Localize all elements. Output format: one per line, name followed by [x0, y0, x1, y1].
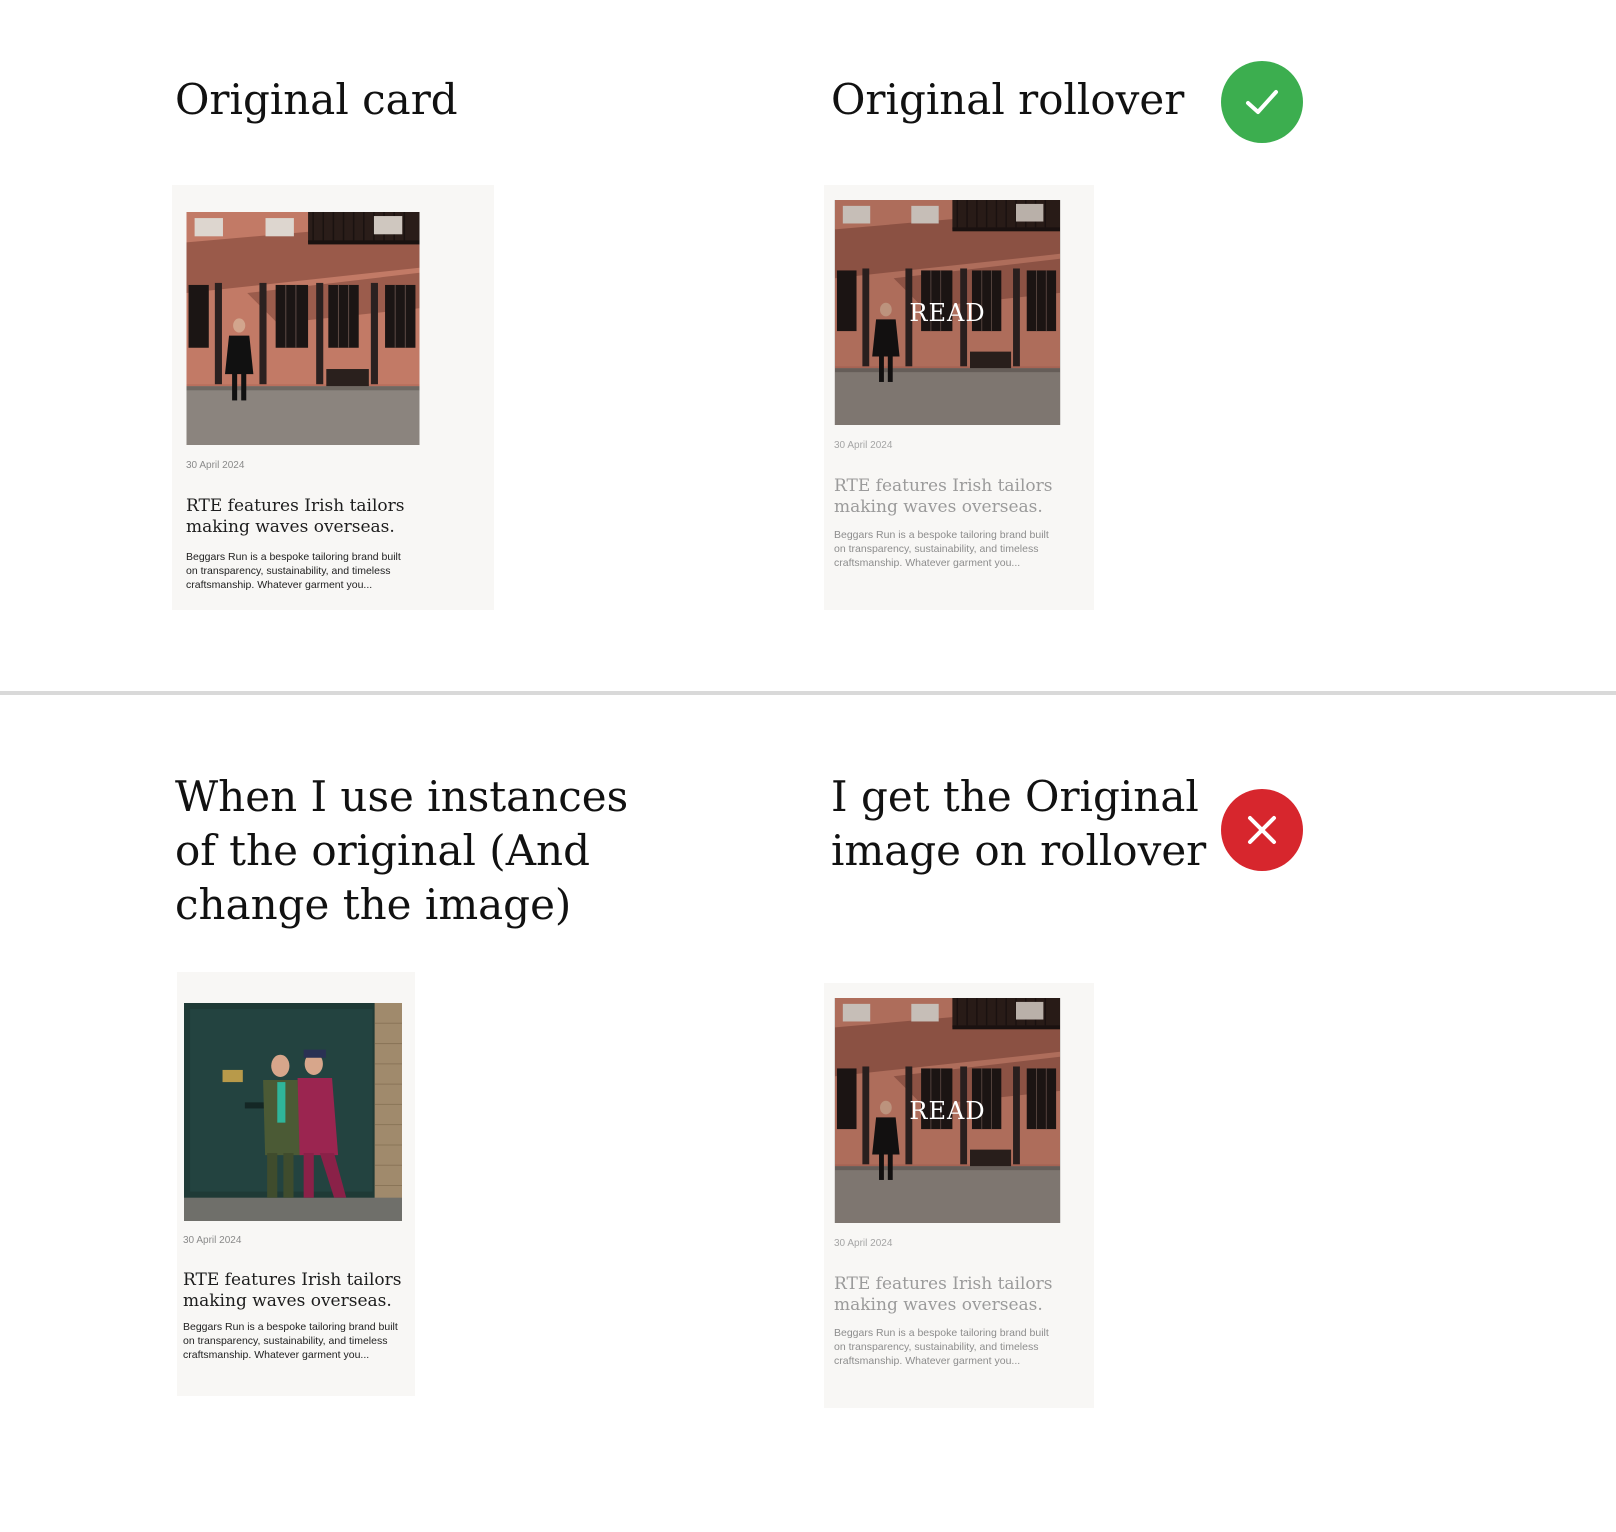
card-excerpt: Beggars Run is a bespoke tailoring brand… [183, 1320, 398, 1362]
card-excerpt-line: on transparency, sustainability, and tim… [834, 543, 1039, 555]
card-title: RTE features Irish tailors making waves … [183, 1270, 402, 1312]
heading-line: change the image) [175, 880, 572, 929]
card-date: 30 April 2024 [183, 1235, 242, 1246]
card-excerpt-line: craftsmanship. Whatever garment you... [834, 557, 1021, 569]
heading-line: Original rollover [831, 75, 1185, 124]
heading-original-image-on-rollover: I get the Original image on rollover [831, 770, 1206, 878]
card-excerpt-line: on transparency, sustainability, and tim… [186, 565, 391, 577]
instance-card[interactable]: 30 April 2024 RTE features Irish tailors… [177, 972, 415, 1396]
heading-line: Original card [175, 75, 458, 124]
card-title-line: RTE features Irish tailors [186, 496, 405, 516]
card-title: RTE features Irish tailors making waves … [186, 496, 405, 538]
card-excerpt-line: Beggars Run is a bespoke tailoring brand… [834, 529, 1049, 541]
card-excerpt: Beggars Run is a bespoke tailoring brand… [834, 528, 1049, 570]
heading-original-card: Original card [175, 73, 458, 127]
card-title-line: making waves overseas. [183, 1291, 392, 1311]
card-title-line: RTE features Irish tailors [183, 1270, 402, 1290]
card-title: RTE features Irish tailors making waves … [834, 476, 1053, 518]
card-image [183, 1003, 403, 1221]
heading-line: image on rollover [831, 826, 1207, 875]
card-date: 30 April 2024 [834, 440, 893, 451]
card-title-line: RTE features Irish tailors [834, 476, 1053, 496]
heading-line: of the original (And [175, 826, 590, 875]
card-excerpt-line: Beggars Run is a bespoke tailoring brand… [186, 551, 401, 563]
card-excerpt-line: craftsmanship. Whatever garment you... [834, 1355, 1021, 1367]
card-excerpt: Beggars Run is a bespoke tailoring brand… [186, 550, 401, 592]
original-rollover-card[interactable]: READ 30 April 2024 RTE features Irish ta… [824, 185, 1094, 610]
heading-line: When I use instances [175, 772, 629, 821]
card-title-line: making waves overseas. [186, 517, 395, 537]
card-excerpt: Beggars Run is a bespoke tailoring brand… [834, 1326, 1049, 1368]
card-date: 30 April 2024 [186, 460, 245, 471]
check-icon [1246, 90, 1278, 114]
card-title-line: RTE features Irish tailors [834, 1274, 1053, 1294]
card-date: 30 April 2024 [834, 1238, 893, 1249]
card-excerpt-line: on transparency, sustainability, and tim… [183, 1335, 388, 1347]
card-title-line: making waves overseas. [834, 497, 1043, 517]
card-excerpt-line: craftsmanship. Whatever garment you... [186, 579, 373, 591]
card-image: READ [834, 998, 1061, 1223]
section-divider [0, 691, 1616, 695]
card-image [186, 212, 420, 445]
card-excerpt-line: Beggars Run is a bespoke tailoring brand… [183, 1321, 398, 1333]
read-overlay-label[interactable]: READ [834, 200, 1061, 425]
instance-rollover-card[interactable]: READ 30 April 2024 RTE features Irish ta… [824, 983, 1094, 1408]
heading-original-rollover: Original rollover [831, 73, 1184, 127]
card-title-line: making waves overseas. [834, 1295, 1043, 1315]
original-card[interactable]: 30 April 2024 RTE features Irish tailors… [172, 185, 494, 610]
card-excerpt-line: craftsmanship. Whatever garment you... [183, 1349, 370, 1361]
card-excerpt-line: Beggars Run is a bespoke tailoring brand… [834, 1327, 1049, 1339]
card-title: RTE features Irish tailors making waves … [834, 1274, 1053, 1316]
read-overlay-label[interactable]: READ [834, 998, 1061, 1223]
heading-line: I get the Original [831, 772, 1199, 821]
heading-instances: When I use instances of the original (An… [175, 770, 628, 932]
error-status-badge [1221, 789, 1303, 871]
cross-icon [1248, 816, 1276, 844]
success-status-badge [1221, 61, 1303, 143]
card-excerpt-line: on transparency, sustainability, and tim… [834, 1341, 1039, 1353]
card-image: READ [834, 200, 1061, 425]
